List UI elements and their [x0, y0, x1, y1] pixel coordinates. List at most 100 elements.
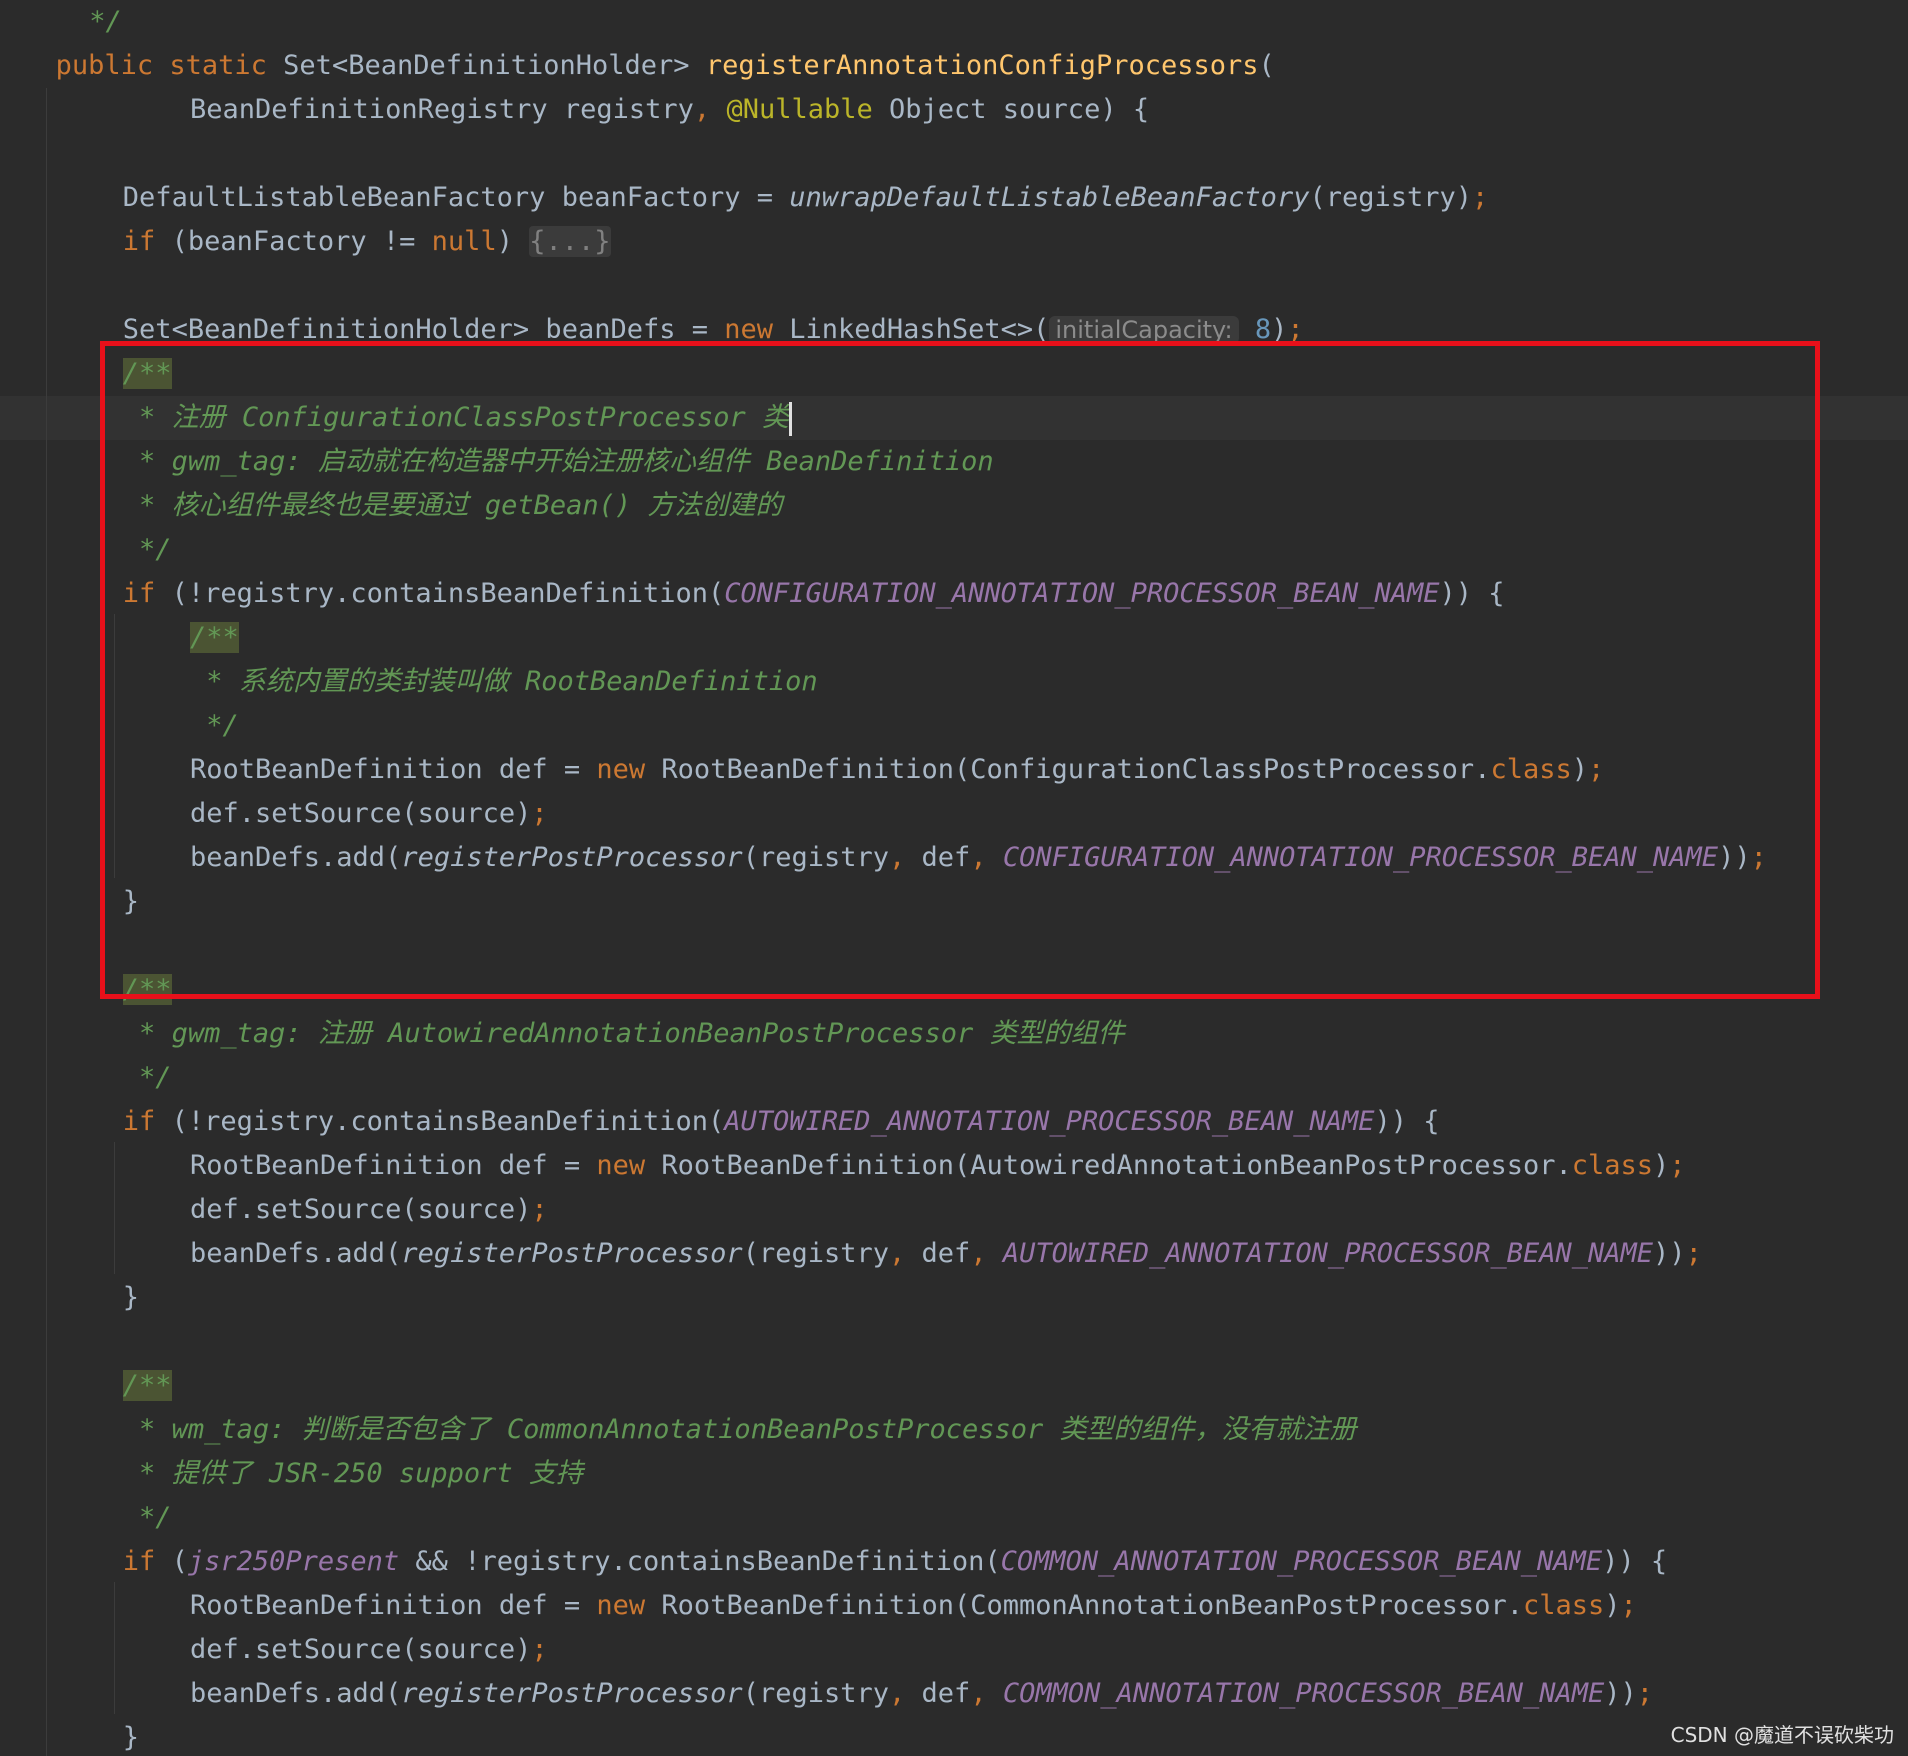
indent-guide-if-block-2 [114, 1142, 115, 1274]
code-token: Object source) { [889, 94, 1150, 125]
code-line[interactable]: } [0, 880, 139, 924]
code-line[interactable]: def.setSource(source); [0, 792, 548, 836]
code-token: */ [122, 1502, 172, 1533]
code-line[interactable]: RootBeanDefinition def = new RootBeanDef… [0, 748, 1604, 792]
code-token: def [921, 1238, 971, 1269]
code-token: */ [89, 6, 122, 37]
code-line[interactable]: } [0, 1276, 139, 1320]
code-token: new [596, 1150, 662, 1181]
code-line[interactable]: RootBeanDefinition def = new RootBeanDef… [0, 1584, 1637, 1628]
code-token: public static [55, 50, 284, 81]
code-line[interactable]: public static Set<BeanDefinitionHolder> … [0, 44, 1275, 88]
code-token: * wm_tag: 判断是否包含了 CommonAnnotationBeanPo… [122, 1414, 1357, 1445]
code-token: registerPostProcessor [401, 842, 743, 873]
code-token: RootBeanDefinition(AutowiredAnnotationBe… [661, 1150, 1572, 1181]
code-token: LinkedHashSet<>( [789, 314, 1050, 345]
code-line[interactable]: */ [0, 1496, 172, 1540]
indent-guide-method [46, 88, 47, 1756]
code-line[interactable]: def.setSource(source); [0, 1628, 548, 1672]
code-token: class [1571, 1150, 1654, 1181]
code-token: RootBeanDefinition(CommonAnnotationBeanP… [661, 1590, 1523, 1621]
code-line[interactable]: if (jsr250Present && !registry.containsB… [0, 1540, 1667, 1584]
code-line-current[interactable]: * 注册 ConfigurationClassPostProcessor 类 [0, 396, 1908, 440]
indent-guide-if-block-1 [114, 614, 115, 878]
folded-code-region[interactable]: {...} [529, 226, 611, 257]
code-line[interactable]: DefaultListableBeanFactory beanFactory =… [0, 176, 1488, 220]
code-token: */ [122, 1062, 172, 1093]
code-line[interactable]: * 核心组件最终也是要通过 getBean() 方法创建的 [0, 484, 782, 528]
code-line[interactable]: */ [0, 528, 172, 572]
code-line[interactable]: BeanDefinitionRegistry registry, @Nullab… [0, 88, 1149, 132]
code-token: */ [122, 534, 172, 565]
code-token: Set<BeanDefinitionHolder> beanDefs = [122, 314, 725, 345]
code-line[interactable]: beanDefs.add(registerPostProcessor(regis… [0, 1232, 1702, 1276]
code-token: * 提供了 JSR-250 support 支持 [122, 1458, 583, 1489]
code-line[interactable]: def.setSource(source); [0, 1188, 548, 1232]
code-line[interactable]: */ [0, 1056, 172, 1100]
code-line[interactable]: * 提供了 JSR-250 support 支持 [0, 1452, 583, 1496]
code-token: )) [1604, 1678, 1637, 1709]
code-token: ) [1604, 1590, 1621, 1621]
code-line[interactable]: if (beanFactory != null) {...} [0, 220, 611, 264]
code-token: class [1490, 754, 1572, 785]
code-line[interactable] [0, 1320, 22, 1364]
code-line[interactable]: /** [0, 1364, 172, 1408]
code-token: def [921, 1678, 971, 1709]
code-token: ; [1685, 1238, 1702, 1269]
code-token: class [1522, 1590, 1605, 1621]
code-token: jsr250Present [187, 1546, 416, 1577]
code-token: registerPostProcessor [401, 1678, 743, 1709]
code-token: Set<BeanDefinitionHolder> [283, 50, 706, 81]
code-line[interactable]: /** [0, 616, 239, 660]
code-line[interactable]: * gwm_tag: 注册 AutowiredAnnotationBeanPos… [0, 1012, 1125, 1056]
code-editor[interactable]: */ public static Set<BeanDefinitionHolder… [0, 0, 1908, 1756]
code-line[interactable]: RootBeanDefinition def = new RootBeanDef… [0, 1144, 1686, 1188]
code-line[interactable]: beanDefs.add(registerPostProcessor(regis… [0, 836, 1767, 880]
code-token: && !registry.containsBeanDefinition( [415, 1546, 1001, 1577]
code-token: ) [496, 226, 530, 257]
code-token: ) [1653, 1150, 1670, 1181]
code-token: if [122, 578, 172, 609]
code-token: ; [1620, 1590, 1637, 1621]
code-token: def.setSource(source) [190, 1194, 532, 1225]
indent-guide-if-block-3 [114, 1582, 115, 1714]
code-token: (!registry.containsBeanDefinition( [171, 1106, 725, 1137]
code-line[interactable]: beanDefs.add(registerPostProcessor(regis… [0, 1672, 1653, 1716]
code-token: DefaultListableBeanFactory beanFactory = [122, 182, 790, 213]
code-line[interactable]: */ [0, 704, 239, 748]
code-token: 8 [1254, 314, 1272, 345]
text-caret [789, 401, 792, 436]
code-token: , [889, 1238, 922, 1269]
code-token: )) [1653, 1238, 1686, 1269]
code-line[interactable]: */ [0, 0, 122, 44]
code-line[interactable]: * 系统内置的类封装叫做 RootBeanDefinition [0, 660, 817, 704]
code-line[interactable]: /** [0, 352, 172, 396]
code-token: ; [1750, 842, 1767, 873]
code-line[interactable]: Set<BeanDefinitionHolder> beanDefs = new… [0, 308, 1304, 352]
code-token: unwrapDefaultListableBeanFactory [789, 182, 1310, 213]
code-line[interactable]: /** [0, 968, 172, 1012]
code-token: , [970, 1238, 1003, 1269]
code-line[interactable]: if (!registry.containsBeanDefinition(CON… [0, 572, 1505, 616]
code-line[interactable]: * gwm_tag: 启动就在构造器中开始注册核心组件 BeanDefiniti… [0, 440, 994, 484]
code-token: } [122, 886, 140, 917]
code-line[interactable] [0, 924, 22, 968]
code-token: @Nullable [726, 94, 889, 125]
code-token: def [921, 842, 971, 873]
code-token: * gwm_tag: 启动就在构造器中开始注册核心组件 BeanDefiniti… [122, 446, 994, 477]
code-token: )) { [1602, 1546, 1668, 1577]
code-token: * gwm_tag: 注册 AutowiredAnnotationBeanPos… [122, 1018, 1125, 1049]
code-line[interactable]: if (!registry.containsBeanDefinition(AUT… [0, 1100, 1440, 1144]
watermark: CSDN @魔道不误砍柴功 [1670, 1723, 1894, 1747]
code-line[interactable]: * wm_tag: 判断是否包含了 CommonAnnotationBeanPo… [0, 1408, 1357, 1452]
code-token: ( [171, 1546, 188, 1577]
code-line[interactable] [0, 132, 22, 176]
code-token: beanDefs.add( [190, 842, 402, 873]
code-token: ; [1669, 1150, 1686, 1181]
code-token: ; [1588, 754, 1605, 785]
code-token: (registry [742, 1238, 890, 1269]
code-line[interactable]: } [0, 1716, 139, 1756]
code-token: } [122, 1282, 140, 1313]
parameter-hint: initialCapacity: [1049, 316, 1239, 344]
code-line[interactable] [0, 264, 22, 308]
